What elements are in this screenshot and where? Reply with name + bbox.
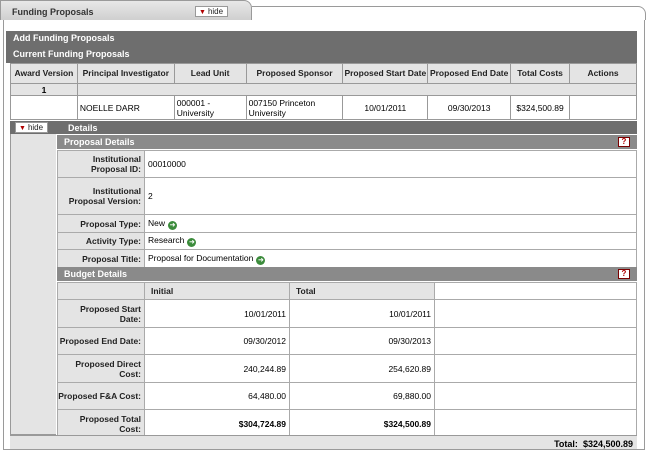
table-row: Proposed Total Cost: $304,724.89 $324,50… bbox=[57, 409, 637, 438]
table-row: Proposed Start Date: 10/01/2011 10/01/20… bbox=[57, 299, 637, 328]
row-filler-cell bbox=[10, 95, 78, 120]
activity-type-field: Research ➜ bbox=[144, 232, 637, 250]
tab-hide-label: hide bbox=[207, 7, 224, 16]
proposal-details-title: Proposal Details bbox=[64, 137, 135, 147]
grand-total: Total: $324,500.89 bbox=[554, 439, 633, 449]
proposed-total-cost-label: Proposed Total Cost: bbox=[57, 409, 145, 438]
col-award-version: Award Version bbox=[10, 63, 78, 84]
institutional-proposal-id-value: 00010000 bbox=[144, 150, 637, 178]
add-funding-proposals-title: Add Funding Proposals bbox=[13, 33, 115, 43]
proposal-title-value: Proposal for Documentation bbox=[148, 252, 254, 263]
budget-filler-cell bbox=[434, 409, 637, 438]
proposal-type-value: New bbox=[148, 217, 166, 228]
table-row: Proposed End Date: 09/30/2012 09/30/2013 bbox=[57, 327, 637, 355]
proposed-end-date-total: 09/30/2013 bbox=[289, 327, 435, 355]
institutional-proposal-version-label: Institutional Proposal Version: bbox=[57, 177, 145, 215]
proposed-fa-cost-label: Proposed F&A Cost: bbox=[57, 382, 145, 410]
activity-type-value: Research bbox=[148, 235, 185, 245]
table-row: Proposed F&A Cost: 64,480.00 69,880.00 bbox=[57, 382, 637, 410]
cell-actions bbox=[569, 95, 637, 120]
budget-details-header: Budget Details ? bbox=[57, 267, 637, 281]
list-item: Activity Type: Research ➜ bbox=[57, 232, 637, 250]
budget-filler-header bbox=[434, 282, 637, 300]
budget-filler-cell bbox=[434, 299, 637, 328]
proposed-fa-cost-initial: 64,480.00 bbox=[144, 382, 290, 410]
lookup-arrow-icon[interactable]: ➜ bbox=[256, 255, 266, 265]
cell-proposed-sponsor: 007150 Princeton University bbox=[245, 95, 344, 120]
grand-total-value: $324,500.89 bbox=[582, 439, 633, 449]
list-item: Proposal Title: Proposal for Documentati… bbox=[57, 249, 637, 268]
details-hide-button[interactable]: ▼ hide bbox=[15, 122, 49, 133]
institutional-proposal-version-value: 2 bbox=[144, 177, 637, 215]
award-version-filler bbox=[76, 83, 638, 96]
tab-title: Funding Proposals bbox=[12, 7, 94, 17]
cell-total-costs: $324,500.89 bbox=[510, 95, 571, 120]
details-title: Details bbox=[68, 123, 98, 133]
col-lead-unit: Lead Unit bbox=[173, 63, 247, 84]
budget-details-title: Budget Details bbox=[64, 269, 128, 279]
proposed-direct-cost-initial: 240,244.89 bbox=[144, 354, 290, 383]
help-icon[interactable]: ? bbox=[618, 137, 630, 147]
proposed-start-date-total: 10/01/2011 bbox=[289, 299, 435, 328]
col-proposed-end-date: Proposed End Date bbox=[427, 63, 512, 84]
cell-proposed-start-date: 10/01/2011 bbox=[342, 95, 429, 120]
proposal-type-label: Proposal Type: bbox=[57, 214, 145, 233]
cell-principal-investigator: NOELLE DARR bbox=[76, 95, 175, 120]
award-version-value: 1 bbox=[10, 83, 78, 96]
details-hide-label: hide bbox=[27, 123, 44, 132]
add-funding-proposals-header: Add Funding Proposals bbox=[6, 31, 637, 45]
proposed-total-cost-initial: $304,724.89 bbox=[144, 409, 290, 438]
budget-corner-cell bbox=[57, 282, 145, 300]
col-total: Total bbox=[289, 282, 435, 300]
proposal-details-header: Proposal Details ? bbox=[57, 135, 637, 149]
tab-bar: Funding Proposals ▼ hide bbox=[0, 0, 648, 22]
details-header: ▼ hide Details bbox=[10, 121, 637, 134]
col-initial: Initial bbox=[144, 282, 290, 300]
proposal-type-field: New ➜ bbox=[144, 214, 637, 233]
funding-proposals-table: Award Version Principal Investigator Lea… bbox=[10, 63, 638, 120]
lookup-arrow-icon[interactable]: ➜ bbox=[168, 220, 178, 230]
budget-filler-cell bbox=[434, 382, 637, 410]
cell-proposed-end-date: 09/30/2013 bbox=[427, 95, 512, 120]
proposed-start-date-label: Proposed Start Date: bbox=[57, 299, 145, 328]
col-proposed-sponsor: Proposed Sponsor bbox=[245, 63, 344, 84]
list-item: Institutional Proposal ID: 00010000 bbox=[57, 150, 637, 178]
collapse-arrow-icon: ▼ bbox=[19, 125, 26, 132]
budget-filler-cell bbox=[434, 354, 637, 383]
current-funding-proposals-title: Current Funding Proposals bbox=[13, 49, 130, 59]
tab-bar-frame bbox=[252, 6, 646, 20]
proposal-title-field: Proposal for Documentation ➜ bbox=[144, 249, 637, 268]
proposed-start-date-initial: 10/01/2011 bbox=[144, 299, 290, 328]
col-actions: Actions bbox=[569, 63, 637, 84]
table-row: NOELLE DARR 000001 - University 007150 P… bbox=[10, 95, 637, 120]
list-item: Proposal Type: New ➜ bbox=[57, 214, 637, 233]
proposed-fa-cost-total: 69,880.00 bbox=[289, 382, 435, 410]
details-left-gutter bbox=[10, 134, 56, 435]
budget-details-table: Initial Total Proposed Start Date: 10/01… bbox=[57, 282, 637, 438]
institutional-proposal-id-label: Institutional Proposal ID: bbox=[57, 150, 145, 178]
current-funding-proposals-header: Current Funding Proposals bbox=[6, 45, 637, 63]
table-row: Proposed Direct Cost: 240,244.89 254,620… bbox=[57, 354, 637, 383]
tab-hide-button[interactable]: ▼ hide bbox=[195, 6, 229, 17]
lookup-arrow-icon[interactable]: ➜ bbox=[187, 238, 197, 247]
budget-filler-cell bbox=[434, 327, 637, 355]
col-proposed-start-date: Proposed Start Date bbox=[342, 63, 429, 84]
grand-total-label: Total: bbox=[554, 439, 578, 449]
proposed-total-cost-total: $324,500.89 bbox=[289, 409, 435, 438]
list-item: Institutional Proposal Version: 2 bbox=[57, 177, 637, 215]
grand-total-bar: Total: $324,500.89 bbox=[10, 435, 637, 449]
col-principal-investigator: Principal Investigator bbox=[76, 63, 175, 84]
activity-type-label: Activity Type: bbox=[57, 232, 145, 250]
cell-lead-unit: 000001 - University bbox=[173, 95, 247, 120]
proposal-details-table: Institutional Proposal ID: 00010000 Inst… bbox=[57, 150, 637, 268]
proposed-end-date-initial: 09/30/2012 bbox=[144, 327, 290, 355]
proposed-direct-cost-total: 254,620.89 bbox=[289, 354, 435, 383]
proposed-end-date-label: Proposed End Date: bbox=[57, 327, 145, 355]
collapse-arrow-icon: ▼ bbox=[199, 9, 206, 16]
proposal-title-label: Proposal Title: bbox=[57, 249, 145, 268]
help-icon[interactable]: ? bbox=[618, 269, 630, 279]
col-total-costs: Total Costs bbox=[510, 63, 571, 84]
award-version-row: 1 bbox=[10, 83, 638, 96]
proposed-direct-cost-label: Proposed Direct Cost: bbox=[57, 354, 145, 383]
